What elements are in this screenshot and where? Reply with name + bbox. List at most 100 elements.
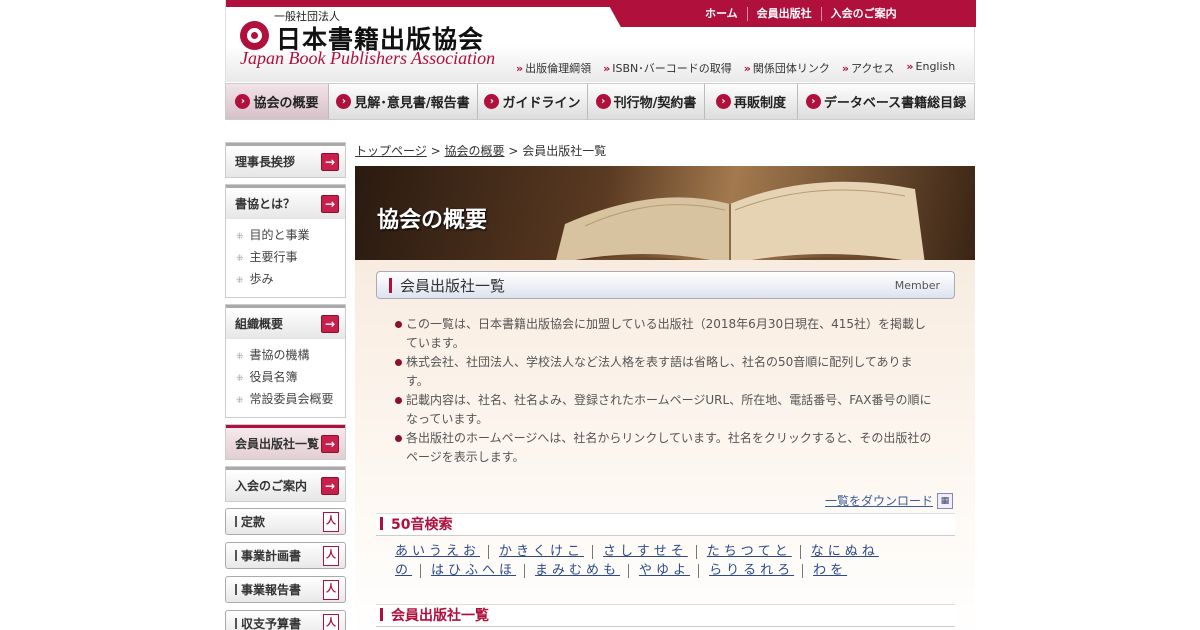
section-header: 会員出版社一覧 Member xyxy=(376,271,955,299)
sub-links: 出版倫理綱領 ISBN･バーコードの取得 関係団体リンク アクセス Englis… xyxy=(516,60,955,76)
kana-row: あいうえお かきくけこ さしすせそ たちつてと なにぬね xyxy=(395,542,935,561)
kana-link-na[interactable]: なにぬね xyxy=(811,544,887,559)
pdf-icon: 人 xyxy=(323,511,339,532)
arrow-right-icon: → xyxy=(321,434,339,453)
breadcrumb-separator: > xyxy=(430,144,445,158)
nav-guidelines[interactable]: › ガイドライン xyxy=(478,84,588,119)
kana-link-a[interactable]: あいうえお xyxy=(395,544,490,559)
sidebar-org-box: 組織概要 → 書協の機構 役員名簿 常設委員会概要 xyxy=(225,304,346,418)
sub-link-english[interactable]: English xyxy=(906,60,956,76)
arrow-right-icon: › xyxy=(336,94,352,109)
kana-link-ma[interactable]: まみむめも xyxy=(535,563,630,578)
arrow-right-icon: → xyxy=(321,194,339,213)
arrow-right-icon: › xyxy=(805,94,821,109)
kana-link-ra[interactable]: らりるれろ xyxy=(709,563,804,578)
section-tag: Member xyxy=(894,278,940,292)
top-link-home[interactable]: ホーム xyxy=(696,7,747,21)
sidebar-members-box: 会員出版社一覧 → xyxy=(225,424,346,460)
sidebar-item-members[interactable]: 会員出版社一覧 → xyxy=(226,425,345,459)
kana-link-ha[interactable]: はひふへほ xyxy=(431,563,526,578)
sidebar-item-label: 理事長挨拶 xyxy=(235,155,296,169)
arrow-right-icon: › xyxy=(484,94,500,109)
hero-title: 協会の概要 xyxy=(377,207,488,233)
sidebar-item-label: 組織概要 xyxy=(235,317,284,331)
sidebar-subitem-history[interactable]: 歩み xyxy=(236,269,345,291)
sidebar-item-organization[interactable]: 組織概要 → xyxy=(226,305,345,339)
site-header: ホーム 会員出版社 入会のご案内 一般社団法人 日本書籍出版協会 Japan B… xyxy=(225,0,976,82)
arrow-right-icon: → xyxy=(321,152,339,171)
top-link-members[interactable]: 会員出版社 xyxy=(746,7,821,21)
search-heading: 50音検索 xyxy=(376,513,955,536)
sidebar-pdf-articles[interactable]: 定款 人 xyxy=(225,508,346,535)
nav-publications[interactable]: › 刊行物/契約書 xyxy=(588,84,705,119)
sidebar-pdf-report[interactable]: 事業報告書 人 xyxy=(225,576,346,603)
sidebar-item-join[interactable]: 入会のご案内 → xyxy=(226,467,345,501)
spreadsheet-icon: ▦ xyxy=(937,492,953,509)
nav-database[interactable]: › データベース書籍総目録 xyxy=(798,84,974,119)
kana-link-wa[interactable]: わを xyxy=(813,563,855,578)
nav-publications-label: 刊行物/契約書 xyxy=(613,96,697,111)
pdf-label: 事業報告書 xyxy=(235,581,301,598)
breadcrumb-current: 会員出版社一覧 xyxy=(522,144,607,158)
arrow-right-icon: › xyxy=(235,94,251,109)
note-item: 株式会社、社団法人、学校法人など法人格を表す語は省略し、社名の50音順に配列して… xyxy=(395,353,935,391)
sidebar-subitem-structure[interactable]: 書協の機構 xyxy=(236,345,345,367)
top-links: ホーム 会員出版社 入会のご案内 xyxy=(696,6,906,22)
nav-opinions[interactable]: › 見解･意見書/報告書 xyxy=(329,84,478,119)
pdf-label: 収支予算書 xyxy=(235,615,301,630)
note-item: 各出版社のホームページへは、社名からリンクしています。社名をクリックすると、その… xyxy=(395,429,935,467)
nav-guidelines-label: ガイドライン xyxy=(502,96,581,111)
sub-link-access[interactable]: アクセス xyxy=(842,60,894,76)
sub-link-ethics[interactable]: 出版倫理綱領 xyxy=(516,60,591,76)
arrow-right-icon: › xyxy=(595,94,611,109)
member-list-heading: 会員出版社一覧 xyxy=(376,604,955,627)
download-link[interactable]: 一覧をダウンロード ▦ xyxy=(825,492,953,509)
breadcrumb-about[interactable]: 協会の概要 xyxy=(444,144,504,158)
sidebar-item-greeting[interactable]: 理事長挨拶 → xyxy=(226,143,345,177)
sidebar-item-about[interactable]: 書協とは？ → xyxy=(226,185,345,219)
sidebar-subitem-officers[interactable]: 役員名簿 xyxy=(236,367,345,389)
sidebar-subitem-committees[interactable]: 常設委員会概要 xyxy=(236,389,345,411)
nav-resale-label: 再販制度 xyxy=(733,96,786,111)
notes-list: この一覧は、日本書籍出版協会に加盟している出版社（2018年6月30日現在、41… xyxy=(395,315,935,467)
sidebar-pdf-budget[interactable]: 収支予算書 人 xyxy=(225,610,346,630)
kana-link-ta[interactable]: たちつてと xyxy=(707,544,801,559)
nav-resale[interactable]: › 再販制度 xyxy=(705,84,798,119)
sidebar-greeting-box: 理事長挨拶 → xyxy=(225,142,346,178)
breadcrumb: トップページ > 協会の概要 > 会員出版社一覧 xyxy=(355,142,975,166)
nav-about-label: 協会の概要 xyxy=(253,96,319,111)
nav-about[interactable]: › 協会の概要 xyxy=(226,84,329,119)
sidebar-item-label: 書協とは？ xyxy=(235,197,296,211)
download-label: 一覧をダウンロード xyxy=(824,494,933,508)
sidebar-subitem-events[interactable]: 主要行事 xyxy=(236,247,345,269)
kana-link-ya[interactable]: やゆよ xyxy=(639,563,700,578)
arrow-right-icon: → xyxy=(321,314,339,333)
sidebar-item-label: 会員出版社一覧 xyxy=(235,437,320,451)
sidebar-about-box: 書協とは？ → 目的と事業 主要行事 歩み xyxy=(225,184,346,298)
site-logo-en[interactable]: Japan Book Publishers Association xyxy=(240,48,495,69)
sidebar-join-box: 入会のご案内 → xyxy=(225,466,346,502)
pdf-icon: 人 xyxy=(323,613,339,630)
kana-link-sa[interactable]: さしすせそ xyxy=(603,544,697,559)
kana-link-no[interactable]: の xyxy=(395,563,422,578)
sidebar-subitem-purpose[interactable]: 目的と事業 xyxy=(236,225,345,247)
kana-link-ka[interactable]: かきくけこ xyxy=(499,544,594,559)
sub-link-related[interactable]: 関係団体リンク xyxy=(744,60,830,76)
pdf-label: 事業計画書 xyxy=(235,547,301,564)
sidebar-pdf-plan[interactable]: 事業計画書 人 xyxy=(225,542,346,569)
logo-mark-icon[interactable] xyxy=(240,21,269,50)
note-item: この一覧は、日本書籍出版協会に加盟している出版社（2018年6月30日現在、41… xyxy=(395,315,935,353)
breadcrumb-home[interactable]: トップページ xyxy=(355,144,427,158)
pdf-icon: 人 xyxy=(323,579,339,600)
sub-link-isbn[interactable]: ISBN･バーコードの取得 xyxy=(603,60,732,76)
sidebar-org-sublist: 書協の機構 役員名簿 常設委員会概要 xyxy=(226,339,345,417)
pdf-icon: 人 xyxy=(323,545,339,566)
breadcrumb-separator: > xyxy=(508,144,523,158)
arrow-right-icon: › xyxy=(715,94,731,109)
kana-index: あいうえお かきくけこ さしすせそ たちつてと なにぬね の はひふへほ まみむ… xyxy=(395,542,935,580)
pdf-label: 定款 xyxy=(235,513,265,530)
sidebar: 理事長挨拶 → 書協とは？ → 目的と事業 主要行事 歩み 組織概要 → 書協の… xyxy=(225,142,346,630)
top-link-join[interactable]: 入会のご案内 xyxy=(820,7,906,21)
content-area: 会員出版社一覧 Member この一覧は、日本書籍出版協会に加盟している出版社（… xyxy=(355,260,975,630)
sidebar-about-sublist: 目的と事業 主要行事 歩み xyxy=(226,219,345,297)
